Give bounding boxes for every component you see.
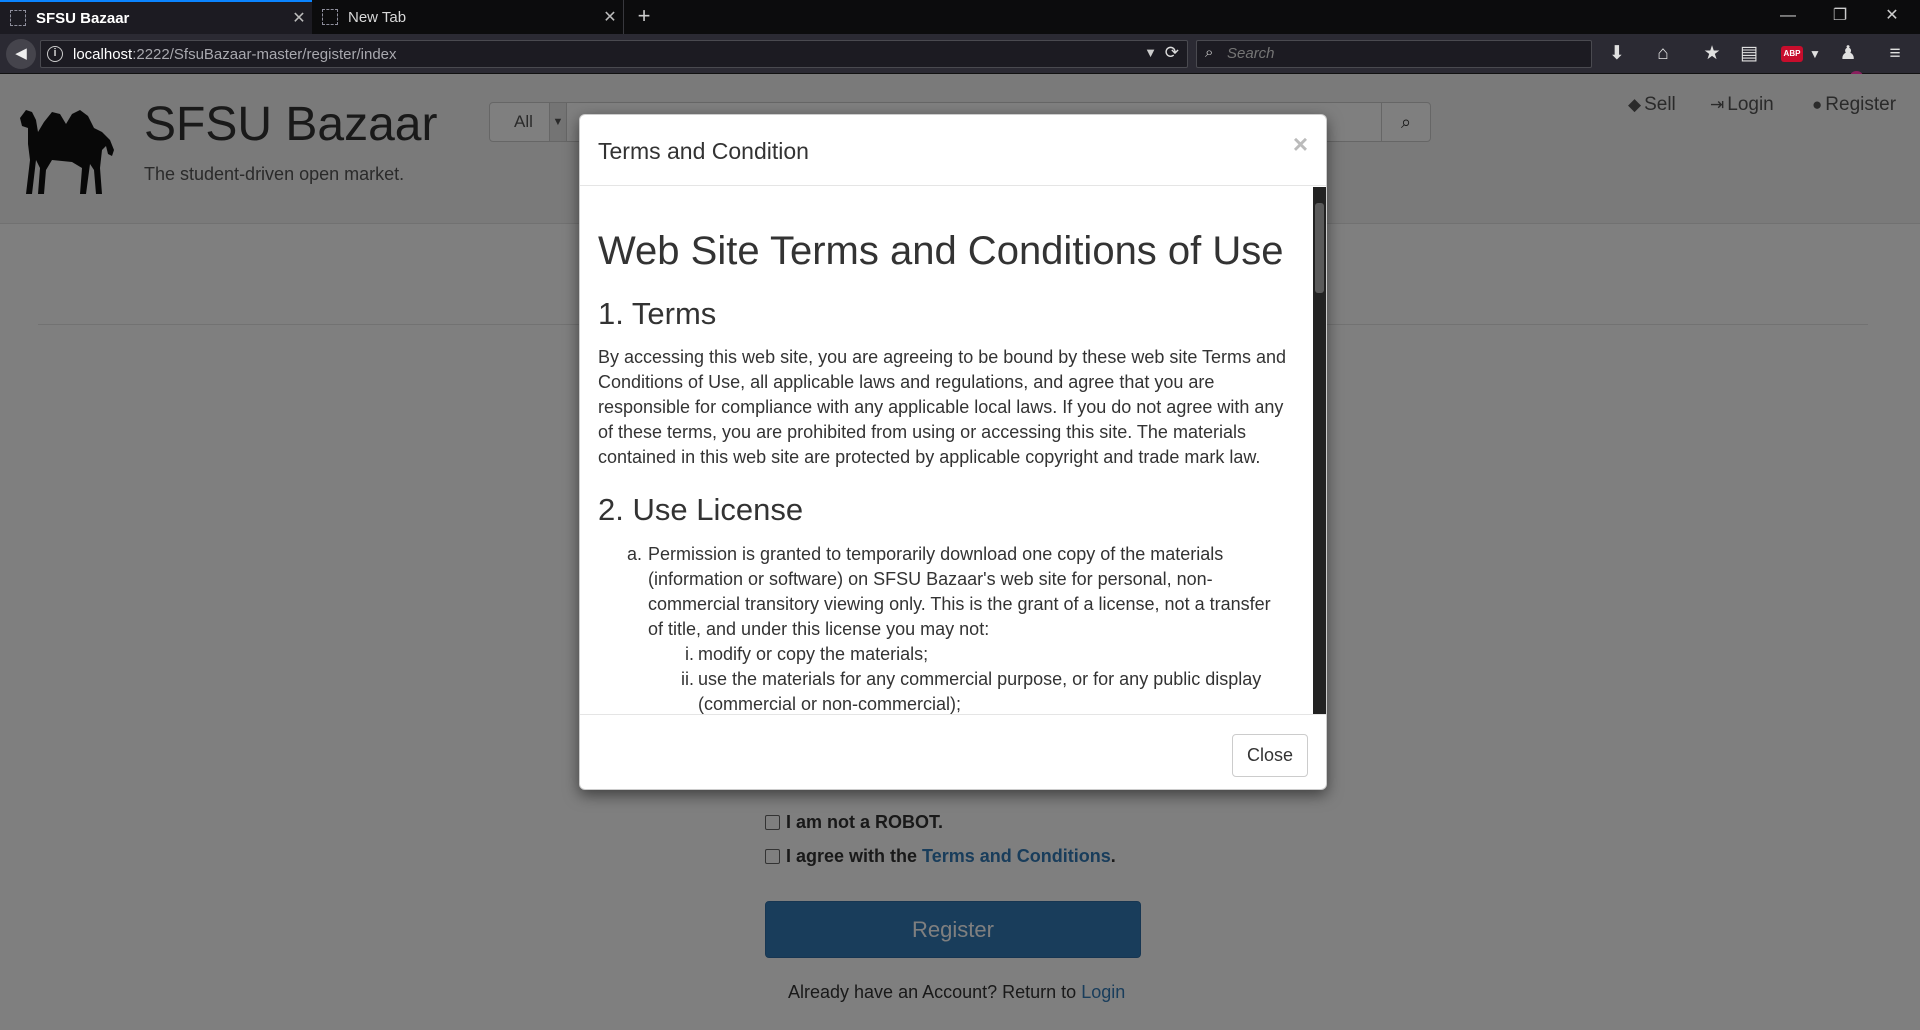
tab-title: New Tab <box>348 8 407 26</box>
list-marker: i. <box>685 644 694 664</box>
minimize-window-icon[interactable]: — <box>1762 0 1814 34</box>
url-path: :2222/SfsuBazaar-master/register/index <box>132 46 397 63</box>
page-icon <box>10 10 26 26</box>
close-window-icon[interactable]: ✕ <box>1866 0 1918 34</box>
license-item-i: modify or copy the materials; <box>698 644 929 664</box>
chevron-down-icon[interactable]: ▼ <box>1800 40 1830 68</box>
browser-nav-bar: ◀ i localhost:2222/SfsuBazaar-master/reg… <box>0 34 1920 86</box>
tab-sfsu-bazaar[interactable]: SFSU Bazaar ✕ <box>0 0 312 34</box>
menu-icon[interactable]: ≡ <box>1880 40 1910 68</box>
home-icon[interactable]: ⌂ <box>1648 40 1678 68</box>
close-tab-icon[interactable]: ✕ <box>286 8 312 28</box>
list-item: a. Permission is granted to temporarily … <box>627 542 1290 642</box>
browser-search-bar[interactable]: ⌕ <box>1196 40 1592 68</box>
reload-icon[interactable]: ⟳ <box>1165 43 1179 63</box>
info-icon[interactable]: i <box>47 46 63 62</box>
download-icon[interactable]: ⬇ <box>1602 40 1632 68</box>
terms-heading: Web Site Terms and Conditions of Use <box>598 229 1284 273</box>
web-page: SFSU Bazaar The student-driven open mark… <box>0 74 1920 1030</box>
bookmark-star-icon[interactable]: ★ <box>1697 40 1727 68</box>
section-license-title: 2. Use License <box>598 492 804 527</box>
terms-modal: Terms and Condition × Web Site Terms and… <box>579 114 1327 790</box>
new-tab-button[interactable]: + <box>630 0 658 34</box>
url-text[interactable]: localhost:2222/SfsuBazaar-master/registe… <box>73 46 397 63</box>
license-sublist: i. modify or copy the materials; ii. use… <box>681 642 1290 714</box>
search-icon: ⌕ <box>1205 44 1214 61</box>
modal-header: Terms and Condition × <box>580 115 1326 186</box>
license-item-ii: use the materials for any commercial pur… <box>698 669 1262 714</box>
section-terms-title: 1. Terms <box>598 296 717 331</box>
close-button[interactable]: Close <box>1232 734 1308 777</box>
notification-icon[interactable]: ♟ <box>1833 40 1863 68</box>
modal-body[interactable]: Web Site Terms and Conditions of Use 1. … <box>580 187 1326 714</box>
browser-search-input[interactable] <box>1227 45 1577 62</box>
url-host: localhost <box>73 46 133 63</box>
modal-footer: Close <box>580 714 1326 789</box>
tab-new-tab[interactable]: New Tab ✕ <box>312 0 624 34</box>
list-marker: a. <box>627 544 643 564</box>
page-icon <box>322 9 338 25</box>
list-marker: ii. <box>681 669 694 689</box>
scrollbar-thumb[interactable] <box>1315 203 1324 293</box>
browser-tab-bar: SFSU Bazaar ✕ New Tab ✕ + — ❐ ✕ <box>0 0 1920 34</box>
tab-title: SFSU Bazaar <box>36 9 130 27</box>
address-bar[interactable]: i localhost:2222/SfsuBazaar-master/regis… <box>40 40 1188 68</box>
restore-window-icon[interactable]: ❐ <box>1814 0 1866 34</box>
license-list: a. Permission is granted to temporarily … <box>627 542 1290 714</box>
license-item-a: Permission is granted to temporarily dow… <box>648 544 1271 639</box>
list-item: ii. use the materials for any commercial… <box>681 667 1290 714</box>
close-tab-icon[interactable]: ✕ <box>597 7 623 27</box>
back-arrow-icon[interactable]: ◀ <box>6 39 36 69</box>
list-item: i. modify or copy the materials; <box>685 642 1290 667</box>
chevron-down-icon[interactable]: ▼ <box>1144 45 1157 60</box>
close-icon[interactable]: × <box>1293 129 1308 160</box>
modal-title: Terms and Condition <box>598 138 809 164</box>
reader-icon[interactable]: ▤ <box>1734 40 1764 68</box>
section-terms-text: By accessing this web site, you are agre… <box>598 347 1287 467</box>
